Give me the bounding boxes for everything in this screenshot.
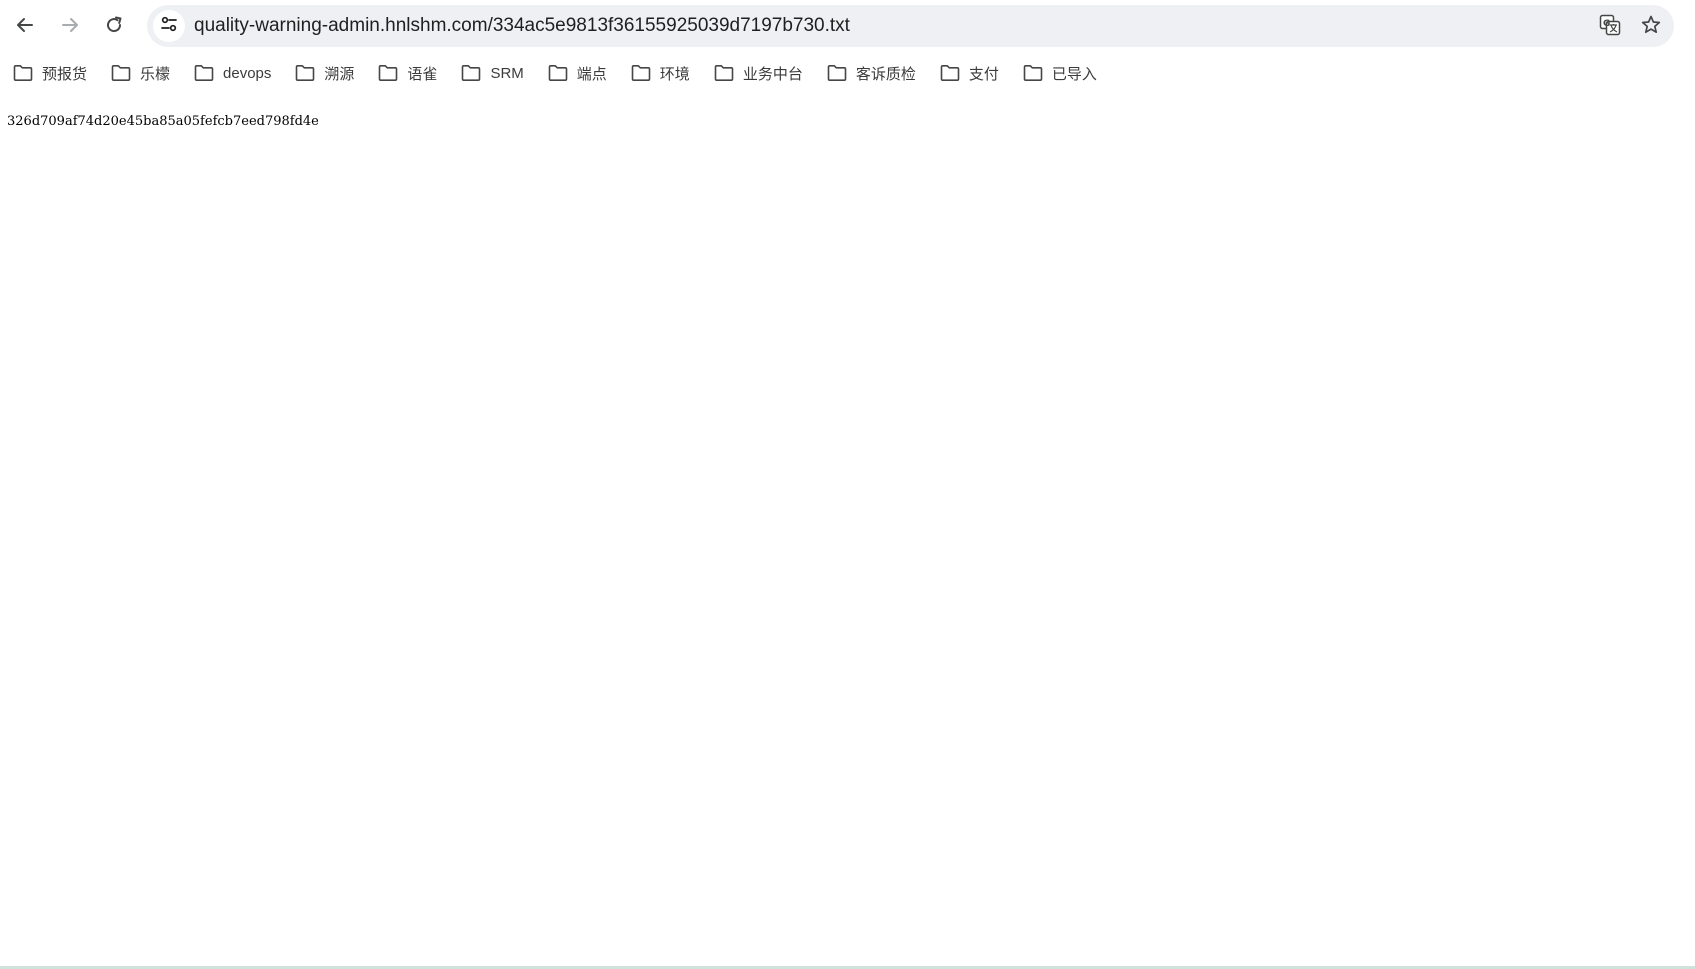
folder-icon [295,64,324,82]
translate-button[interactable]: G [1598,14,1622,41]
bookmark-folder-3[interactable]: devops [194,57,279,89]
forward-button[interactable] [55,10,85,40]
bookmarks-bar: 预报货 乐檬 devops 溯源 语雀 SRM 端点 环境 业务中台 客诉质检 … [0,55,1695,91]
browser-toolbar: quality-warning-admin.hnlshm.com/334ac5e… [0,0,1695,52]
bookmark-label: 已导入 [1051,65,1097,83]
bookmark-folder-5[interactable]: 语雀 [378,57,445,89]
arrow-right-icon [60,15,80,35]
bookmark-folder-10[interactable]: 客诉质检 [827,57,924,89]
back-button[interactable] [10,10,40,40]
bookmark-label: 预报货 [42,65,88,83]
bookmark-label: 端点 [576,65,607,83]
folder-icon [827,64,856,82]
svg-text:G: G [1603,19,1610,29]
page-content: 326d709af74d20e45ba85a05fefcb7eed798fd4e [0,96,1695,966]
reload-button[interactable] [99,10,129,40]
bookmark-folder-4[interactable]: 溯源 [295,57,362,89]
site-info-button[interactable] [153,10,185,42]
bookmark-folder-9[interactable]: 业务中台 [714,57,811,89]
plain-text-content: 326d709af74d20e45ba85a05fefcb7eed798fd4e [7,114,319,129]
bookmark-folder-11[interactable]: 支付 [940,57,1007,89]
bookmark-label: SRM [490,64,524,82]
address-bar[interactable]: quality-warning-admin.hnlshm.com/334ac5e… [147,5,1674,47]
folder-icon [13,64,42,82]
folder-icon [461,64,490,82]
folder-icon [111,64,140,82]
folder-icon [940,64,969,82]
reload-icon [104,15,124,35]
tune-icon [160,15,178,38]
bookmark-folder-1[interactable]: 预报货 [13,57,95,89]
bookmark-label: 溯源 [324,65,355,83]
bookmark-label: 客诉质检 [855,65,916,83]
bookmark-star-button[interactable] [1639,15,1663,39]
folder-icon [378,64,407,82]
arrow-left-icon [15,15,35,35]
bookmark-folder-2[interactable]: 乐檬 [111,57,178,89]
bookmark-label: 支付 [968,65,999,83]
bookmark-folder-6[interactable]: SRM [461,57,531,89]
folder-icon [631,64,660,82]
bookmark-label: 环境 [659,65,690,83]
star-icon [1640,14,1662,41]
bookmark-folder-7[interactable]: 端点 [548,57,615,89]
browser-window: quality-warning-admin.hnlshm.com/334ac5e… [0,0,1695,969]
bookmark-folder-12[interactable]: 已导入 [1023,57,1105,89]
bookmark-label: 乐檬 [140,65,171,83]
bookmark-folder-8[interactable]: 环境 [631,57,698,89]
bookmark-label: devops [223,64,272,82]
url-text[interactable]: quality-warning-admin.hnlshm.com/334ac5e… [194,5,850,47]
bookmark-label: 语雀 [407,65,438,83]
translate-icon: G [1599,14,1621,41]
folder-icon [714,64,743,82]
bookmark-label: 业务中台 [742,65,803,83]
folder-icon [1023,64,1052,82]
folder-icon [548,64,577,82]
folder-icon [194,64,223,82]
